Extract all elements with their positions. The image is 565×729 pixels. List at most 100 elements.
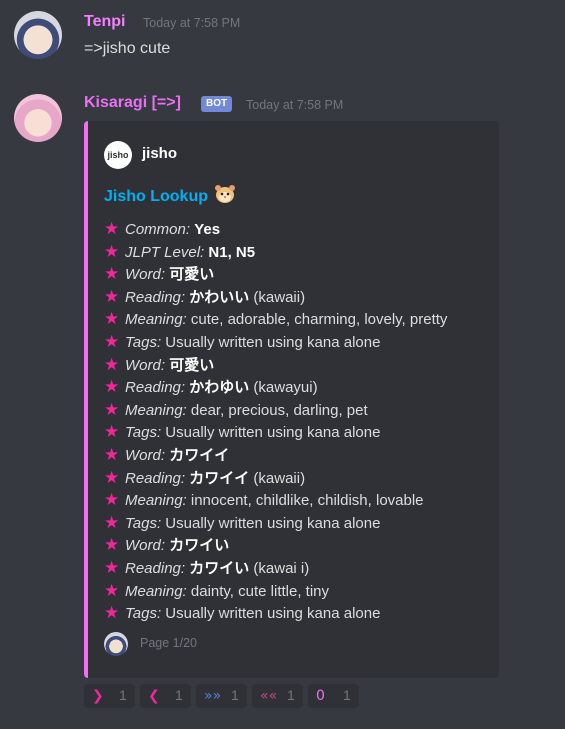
field-key: Meaning: [125, 582, 187, 600]
star-icon: ★ [104, 467, 120, 487]
field-key: Word: [125, 446, 166, 464]
star-icon: ★ [104, 535, 120, 555]
star-icon: ★ [104, 422, 120, 442]
field-key: Word: [125, 356, 166, 374]
timestamp: Today at 7:58 PM [246, 98, 344, 112]
field-value: 可愛い [169, 266, 215, 284]
reaction-button[interactable]: »» 1 [196, 684, 247, 708]
prev-arrow-icon: ❮ [148, 688, 160, 704]
field-detail: Usually written using kana alone [161, 514, 381, 532]
field-detail: dear, precious, darling, pet [186, 401, 368, 419]
field-key: Tags: [125, 424, 162, 442]
footer-avatar-icon [104, 632, 128, 656]
reaction-button[interactable]: ❮ 1 [140, 684, 191, 708]
field-key: Reading: [125, 469, 186, 487]
field-value: かわゆい [189, 379, 250, 397]
field-detail: (kawaii) [249, 469, 306, 487]
embed-line: ★ Word: カワイい [104, 534, 499, 557]
embed-line: ★ Meaning: cute, adorable, charming, love… [104, 308, 499, 331]
message-text: =>jisho cute [84, 40, 171, 57]
embed-line: ★ Meaning: dainty, cute little, tiny [104, 580, 499, 603]
field-value: 可愛い [169, 356, 215, 374]
hamster-emoji-icon [215, 185, 236, 203]
reaction-button[interactable]: «« 1 [252, 684, 303, 708]
embed-title-text: Jisho Lookup [104, 188, 208, 205]
field-key: Tags: [125, 514, 162, 532]
avatar[interactable] [14, 94, 62, 142]
star-icon: ★ [104, 512, 120, 532]
embed-title: Jisho Lookup [104, 184, 236, 206]
field-detail: Usually written using kana alone [161, 424, 381, 442]
embed-line: ★ JLPT Level: N1, N5 [104, 241, 499, 264]
next-arrow-icon: ❯ [92, 688, 104, 704]
field-key: Word: [125, 266, 166, 284]
embed-line: ★ Word: 可愛い [104, 263, 499, 286]
field-value: カワイい [169, 537, 230, 555]
message-tenpi: Tenpi Today at 7:58 PM =>jisho cute [0, 0, 565, 80]
field-key: Tags: [125, 605, 162, 623]
field-key: Reading: [125, 559, 186, 577]
fast-back-icon: «« [260, 688, 278, 704]
field-value: N1, N5 [208, 243, 256, 261]
embed-line: ★ Common: Yes [104, 218, 499, 241]
field-detail: innocent, childlike, childish, lovable [186, 492, 424, 510]
field-detail: (kawayui) [249, 379, 318, 397]
embed-line: ★ Meaning: dear, precious, darling, pet [104, 399, 499, 422]
star-icon: ★ [104, 377, 120, 397]
star-icon: ★ [104, 557, 120, 577]
reaction-count: 1 [343, 687, 351, 703]
reaction-count: 1 [287, 687, 295, 703]
page-indicator: Page 1/20 [140, 636, 197, 650]
field-key: Meaning: [125, 311, 187, 329]
timestamp: Today at 7:58 PM [143, 16, 241, 30]
field-key: Common: [125, 221, 191, 238]
star-icon: ★ [104, 219, 120, 238]
reaction-count: 1 [175, 687, 183, 703]
star-icon: ★ [104, 580, 120, 600]
reaction-button[interactable]: 01 [308, 684, 359, 708]
star-icon: ★ [104, 354, 120, 374]
embed-line: ★ Word: 可愛い [104, 354, 499, 377]
field-value: Yes [194, 221, 221, 238]
embed-line: ★ Tags: Usually written using kana alone [104, 512, 499, 535]
bot-badge: BOT [201, 96, 233, 112]
star-icon: ★ [104, 264, 120, 284]
field-key: JLPT Level: [125, 243, 205, 261]
field-value: かわいい [189, 288, 250, 306]
field-key: Meaning: [125, 492, 187, 510]
embed-line: ★ Word: カワイイ [104, 444, 499, 467]
embed: jisho jisho Jisho Lookup ★ Common: Yes ★ JL… [84, 121, 499, 678]
field-key: Word: [125, 537, 166, 555]
star-icon: ★ [104, 603, 120, 623]
star-icon: ★ [104, 444, 120, 464]
embed-description: ★ Common: Yes ★ JLPT Level: N1, N5 ★ Word: 可愛… [104, 218, 499, 625]
field-detail: Usually written using kana alone [161, 605, 381, 623]
username[interactable]: Kisaragi [=>] [84, 94, 181, 112]
star-icon: ★ [104, 331, 120, 351]
field-key: Reading: [125, 379, 186, 397]
embed-author-name: jisho [142, 145, 178, 162]
field-detail: dainty, cute little, tiny [186, 582, 330, 600]
field-value: カワイイ [189, 469, 250, 487]
embed-line: ★ Reading: かわいい (kawaii) [104, 286, 499, 309]
star-icon: ★ [104, 399, 120, 419]
fast-forward-icon: »» [204, 688, 222, 704]
star-icon: ★ [104, 490, 120, 510]
jisho-logo-icon: jisho [104, 141, 132, 169]
star-icon: ★ [104, 309, 120, 329]
field-detail: (kawai i) [249, 559, 310, 577]
reaction-count: 1 [231, 687, 239, 703]
avatar[interactable] [14, 11, 62, 59]
field-detail: cute, adorable, charming, lovely, pretty [186, 311, 448, 329]
field-key: Reading: [125, 288, 186, 306]
field-value: カワイイ [169, 446, 230, 464]
embed-line: ★ Meaning: innocent, childlike, childish,… [104, 489, 499, 512]
field-detail: Usually written using kana alone [161, 333, 381, 351]
zero-icon: 0 [316, 688, 325, 704]
username[interactable]: Tenpi [84, 13, 125, 31]
field-value: カワイい [189, 559, 250, 577]
field-key: Meaning: [125, 401, 187, 419]
reaction-button[interactable]: ❯ 1 [84, 684, 135, 708]
field-key: Tags: [125, 333, 162, 351]
embed-line: ★ Reading: カワイい (kawai i) [104, 557, 499, 580]
